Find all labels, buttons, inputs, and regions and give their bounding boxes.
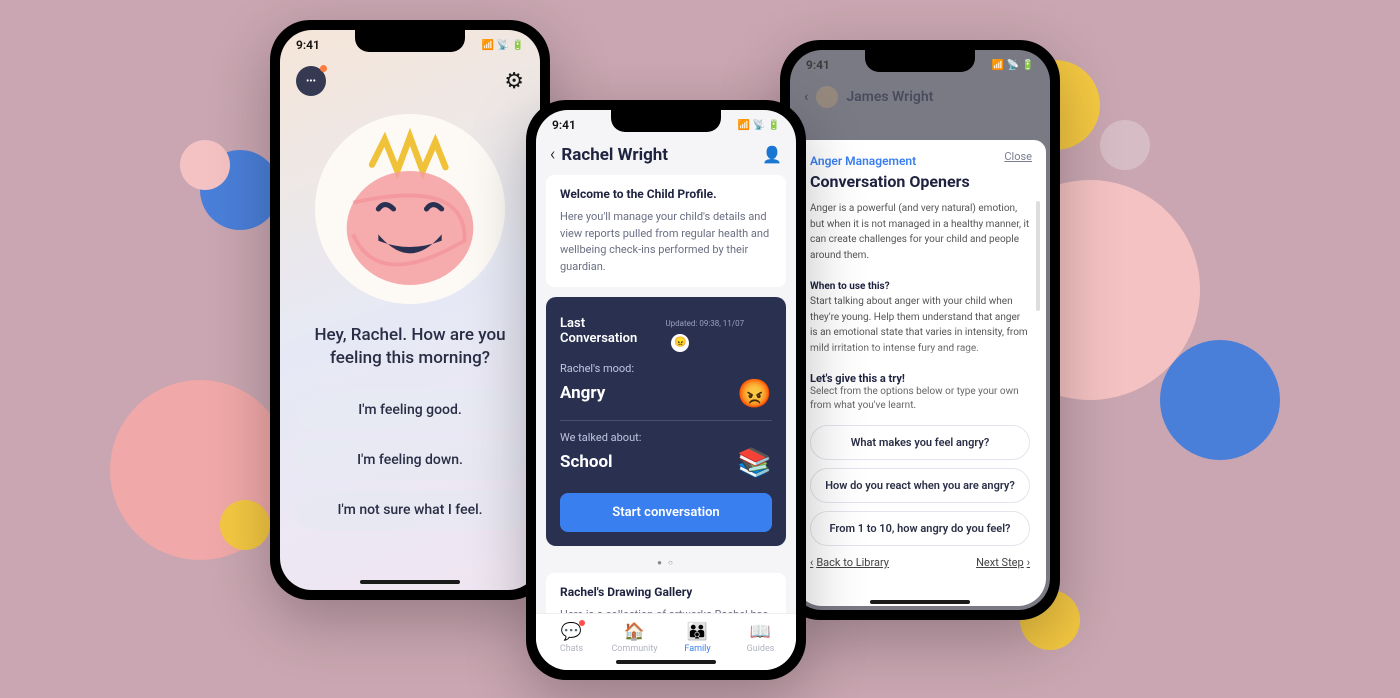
chats-icon: 💬 [540,622,603,642]
angry-emoji-icon: 😡 [737,377,772,410]
avatar [816,86,838,108]
try-subtext: Select from the options below or type yo… [810,385,1030,413]
mood-option-down[interactable]: I'm feeling down. [296,440,524,480]
guides-icon: 📖 [729,622,792,642]
settings-icon[interactable]: ⚙ [504,69,524,94]
page-indicator: ● ○ [536,556,796,573]
last-conversation-card: Last Conversation Updated: 09:38, 11/07 … [546,297,786,546]
thread-name: James Wright [846,89,933,105]
mood-option-unsure[interactable]: I'm not sure what I feel. [296,490,524,530]
phone-article: 9:41 📶 📡 🔋 ‹ James Wright Close Anger Ma… [780,40,1060,620]
greeting-text: Hey, Rachel. How are you feeling this mo… [280,324,540,390]
mood-badge-icon: 😠 [671,334,689,352]
notification-dot-icon [579,620,585,626]
parent-thread-header: ‹ James Wright [790,72,1050,116]
try-heading: Let's give this a try! [810,372,1030,385]
status-icons: 📶 📡 🔋 [482,38,524,52]
topic-label: We talked about: [560,431,772,444]
tab-community[interactable]: 🏠 Community [603,622,666,654]
next-step-link[interactable]: Next Step › [976,556,1030,569]
status-icons: 📶 📡 🔋 [992,58,1034,72]
close-link[interactable]: Close [1004,150,1032,163]
tab-family[interactable]: 👪 Family [666,622,729,654]
welcome-title: Welcome to the Child Profile. [560,187,772,201]
welcome-body: Here you'll manage your child's details … [560,209,772,275]
companion-avatar [315,114,505,304]
back-chevron-icon[interactable]: ‹ [804,89,808,105]
mood-option-good[interactable]: I'm feeling good. [296,390,524,430]
article-sheet: Close Anger Management Conversation Open… [794,140,1046,606]
scrollbar[interactable] [1036,201,1040,311]
opener-option[interactable]: How do you react when you are angry? [810,468,1030,503]
family-icon: 👪 [666,622,729,642]
chats-icon[interactable]: ••• [296,66,326,96]
topic-value: School [560,452,613,472]
community-icon: 🏠 [603,622,666,642]
profile-name: Rachel Wright [561,145,668,165]
welcome-card: Welcome to the Child Profile. Here you'l… [546,175,786,287]
phone-mood-checkin: 9:41 📶 📡 🔋 ••• ⚙ Hey, Rachel. How are yo… [270,20,550,600]
add-person-icon[interactable]: 👤 [762,145,782,164]
tab-guides[interactable]: 📖 Guides [729,622,792,654]
opener-option[interactable]: From 1 to 10, how angry do you feel? [810,511,1030,546]
last-conv-updated: Updated: 09:38, 11/07 [665,319,744,328]
status-time: 9:41 [806,58,830,72]
mood-value: Angry [560,383,605,403]
status-icons: 📶 📡 🔋 [738,118,780,132]
tab-chats[interactable]: 💬 Chats [540,622,603,654]
mood-label: Rachel's mood: [560,362,772,375]
last-conv-title: Last Conversation [560,316,665,346]
status-time: 9:41 [552,118,576,132]
gallery-title: Rachel's Drawing Gallery [560,585,772,599]
article-body: Anger is a powerful (and very natural) e… [810,201,1030,356]
back-chevron-icon[interactable]: ‹ [550,144,555,165]
opener-option[interactable]: What makes you feel angry? [810,425,1030,460]
article-topic: Anger Management [810,154,1030,168]
phone-child-profile: 9:41 📶 📡 🔋 ‹ Rachel Wright 👤 Welcome to … [526,100,806,680]
status-time: 9:41 [296,38,320,52]
article-title: Conversation Openers [810,172,1030,191]
books-emoji-icon: 📚 [737,446,772,479]
back-to-library-link[interactable]: ‹ Back to Library [810,556,889,569]
start-conversation-button[interactable]: Start conversation [560,493,772,532]
